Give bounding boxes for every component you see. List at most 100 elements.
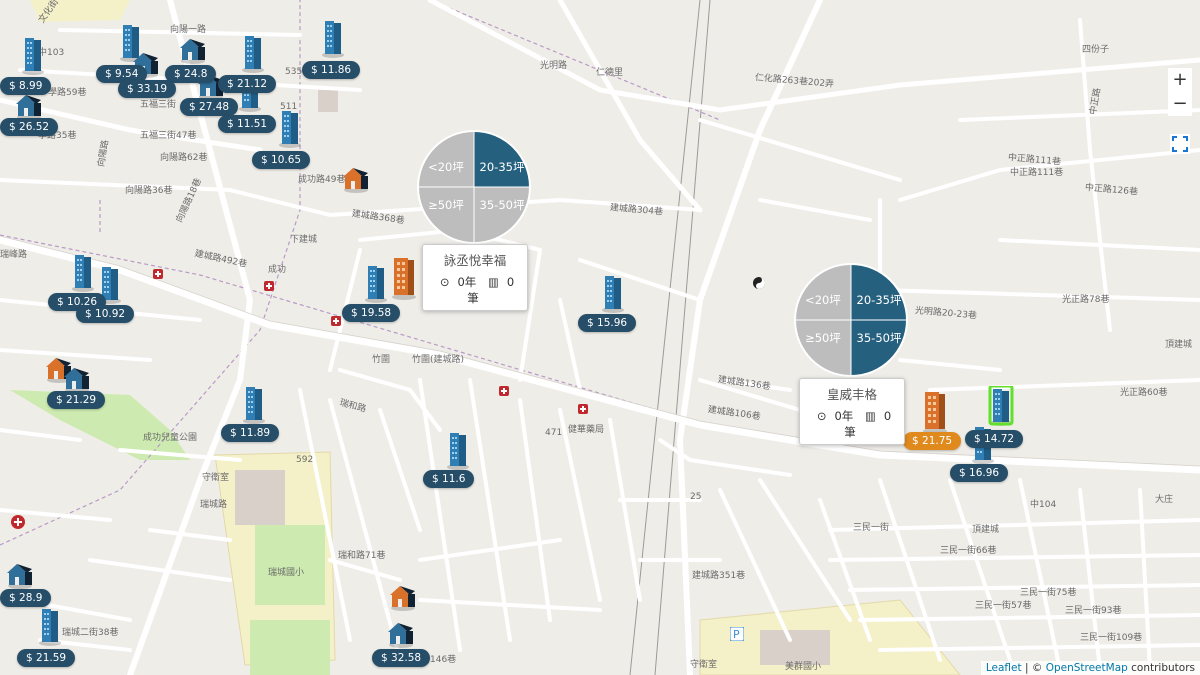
fullscreen-button[interactable] — [1170, 134, 1190, 154]
pie-label: <20坪 — [428, 160, 464, 174]
building-tower-icon[interactable] — [363, 263, 389, 303]
building-tower-icon[interactable] — [277, 108, 303, 148]
price-tag[interactable]: $ 14.72 — [965, 430, 1024, 448]
building-tower-icon[interactable] — [241, 384, 267, 424]
price-tag[interactable]: $ 11.89 — [221, 424, 280, 442]
clock-icon: ⊙ — [439, 275, 450, 289]
building-tower-icon[interactable] — [988, 386, 1014, 426]
price-tag[interactable]: $ 26.52 — [0, 118, 59, 136]
street-label: 守衛室 — [202, 473, 230, 483]
price-tag[interactable]: $ 10.92 — [76, 305, 135, 323]
street-label: 下建城 — [290, 235, 318, 245]
street-label: 美群國小 — [785, 662, 822, 672]
house-icon[interactable] — [386, 620, 416, 648]
price-tag-selected[interactable]: $ 21.75 — [903, 432, 962, 450]
zoom-in-button[interactable]: + — [1168, 68, 1192, 92]
price-tag[interactable]: $ 21.29 — [47, 391, 106, 409]
house-icon[interactable] — [62, 365, 92, 393]
price-tag[interactable]: $ 11.86 — [302, 61, 361, 79]
pie-label: ≥50坪 — [428, 198, 464, 212]
street-label: 仁德里 — [596, 68, 624, 78]
building-tower-icon[interactable] — [320, 18, 346, 58]
house-icon[interactable] — [341, 165, 371, 193]
price-tag[interactable]: $ 16.96 — [950, 464, 1009, 482]
map-canvas[interactable]: 文化街 中103 向陽一路 學路59巷 學路35巷 五福三街 五福三街47巷 向… — [0, 0, 1200, 675]
pie-segment-ge50 — [796, 320, 851, 375]
cluster-pie[interactable]: <20坪 20-35坪 ≥50坪 35-50坪 — [416, 129, 532, 245]
building-tower-icon[interactable] — [37, 606, 63, 646]
street-label: 瑞城二街38巷 — [62, 628, 119, 638]
house-icon[interactable] — [14, 92, 44, 120]
attribution-suffix: contributors — [1127, 662, 1195, 674]
house-icon[interactable] — [920, 390, 950, 434]
cluster-info-card[interactable]: 詠丞悅幸福 ⊙ 0年 ▥ 0筆 — [422, 244, 528, 311]
building-icon: ▥ — [864, 409, 876, 423]
price-tag[interactable]: $ 24.8 — [165, 65, 217, 83]
leaflet-link[interactable]: Leaflet — [986, 662, 1022, 674]
map-attribution: Leaflet | © OpenStreetMap contributors — [980, 661, 1200, 675]
building-tower-icon[interactable] — [445, 430, 471, 470]
attribution-separator: | © — [1021, 662, 1046, 674]
pie-segment-ge50 — [419, 187, 474, 242]
street-label: 守衛室 — [690, 660, 718, 670]
price-tag[interactable]: $ 27.48 — [180, 98, 239, 116]
zoom-control: + − — [1168, 68, 1192, 116]
street-label: 瑞和路71巷 — [338, 551, 386, 561]
price-tag[interactable]: $ 21.12 — [218, 75, 277, 93]
base-map — [0, 0, 1200, 675]
pharmacy-icon — [264, 281, 274, 291]
price-tag[interactable]: $ 21.59 — [17, 649, 76, 667]
street-label: 三民一街109巷 — [1080, 633, 1143, 643]
price-tag[interactable]: $ 33.19 — [118, 80, 177, 98]
price-tag[interactable]: $ 10.65 — [252, 151, 311, 169]
street-label: 學路59巷 — [48, 88, 87, 98]
price-tag[interactable]: $ 28.9 — [0, 589, 52, 607]
price-tag[interactable]: $ 15.96 — [578, 314, 637, 332]
house-icon[interactable] — [388, 583, 418, 611]
street-label: 成功路49巷 — [298, 175, 346, 185]
svg-text:P: P — [733, 628, 740, 641]
parking-icon: P — [730, 627, 744, 641]
street-label: 五福三街47巷 — [140, 131, 197, 141]
street-label: 建城路351巷 — [692, 571, 746, 581]
street-label: 五福三街 — [140, 100, 177, 110]
price-tag[interactable]: $ 19.58 — [342, 304, 401, 322]
price-tag[interactable]: $ 11.6 — [423, 470, 475, 488]
street-label: 向陽一路 — [170, 25, 207, 35]
street-label: 中正路111巷 — [1010, 168, 1064, 178]
years-value: 0年 — [457, 275, 477, 289]
price-tag[interactable]: $ 32.58 — [372, 649, 431, 667]
years-value: 0年 — [834, 409, 854, 423]
house-icon[interactable] — [389, 256, 419, 300]
street-label: 成功 — [268, 265, 287, 275]
pie-label: 20-35坪 — [480, 160, 525, 174]
house-icon[interactable] — [5, 561, 35, 589]
street-label: 向陽路62巷 — [160, 153, 208, 163]
pharmacy-icon — [153, 269, 163, 279]
pharmacy-icon — [578, 404, 588, 414]
price-tag[interactable]: $ 11.51 — [218, 115, 277, 133]
price-tag[interactable]: $ 8.99 — [0, 77, 52, 95]
street-label: 25 — [690, 492, 702, 502]
street-label: 光正路60巷 — [1120, 388, 1168, 398]
building-tower-icon[interactable] — [600, 273, 626, 313]
building-tower-icon[interactable] — [20, 35, 46, 75]
street-label: 四份子 — [1082, 45, 1110, 55]
street-label: 竹圍 — [372, 355, 391, 365]
street-label: 瑞城路 — [200, 500, 228, 510]
house-icon[interactable] — [178, 36, 208, 64]
building-tower-icon[interactable] — [240, 33, 266, 73]
street-label: 竹圍(建城路) — [412, 355, 465, 365]
street-label: 光明路 — [540, 61, 568, 71]
building-tower-icon[interactable] — [70, 252, 96, 292]
clock-icon: ⊙ — [816, 409, 827, 423]
cluster-info-card[interactable]: 皇威丰格 ⊙ 0年 ▥ 0筆 — [799, 378, 905, 445]
street-label: 三民一街93巷 — [1065, 606, 1122, 616]
cluster-pie[interactable]: <20坪 20-35坪 ≥50坪 35-50坪 — [793, 262, 909, 378]
pharmacy-icon — [331, 316, 341, 326]
zoom-out-button[interactable]: − — [1168, 92, 1192, 116]
pie-label: 35-50坪 — [857, 331, 902, 345]
street-label: 向陽路36巷 — [125, 186, 173, 196]
osm-link[interactable]: OpenStreetMap — [1046, 662, 1128, 674]
street-label: 瑞峰路 — [0, 250, 28, 260]
